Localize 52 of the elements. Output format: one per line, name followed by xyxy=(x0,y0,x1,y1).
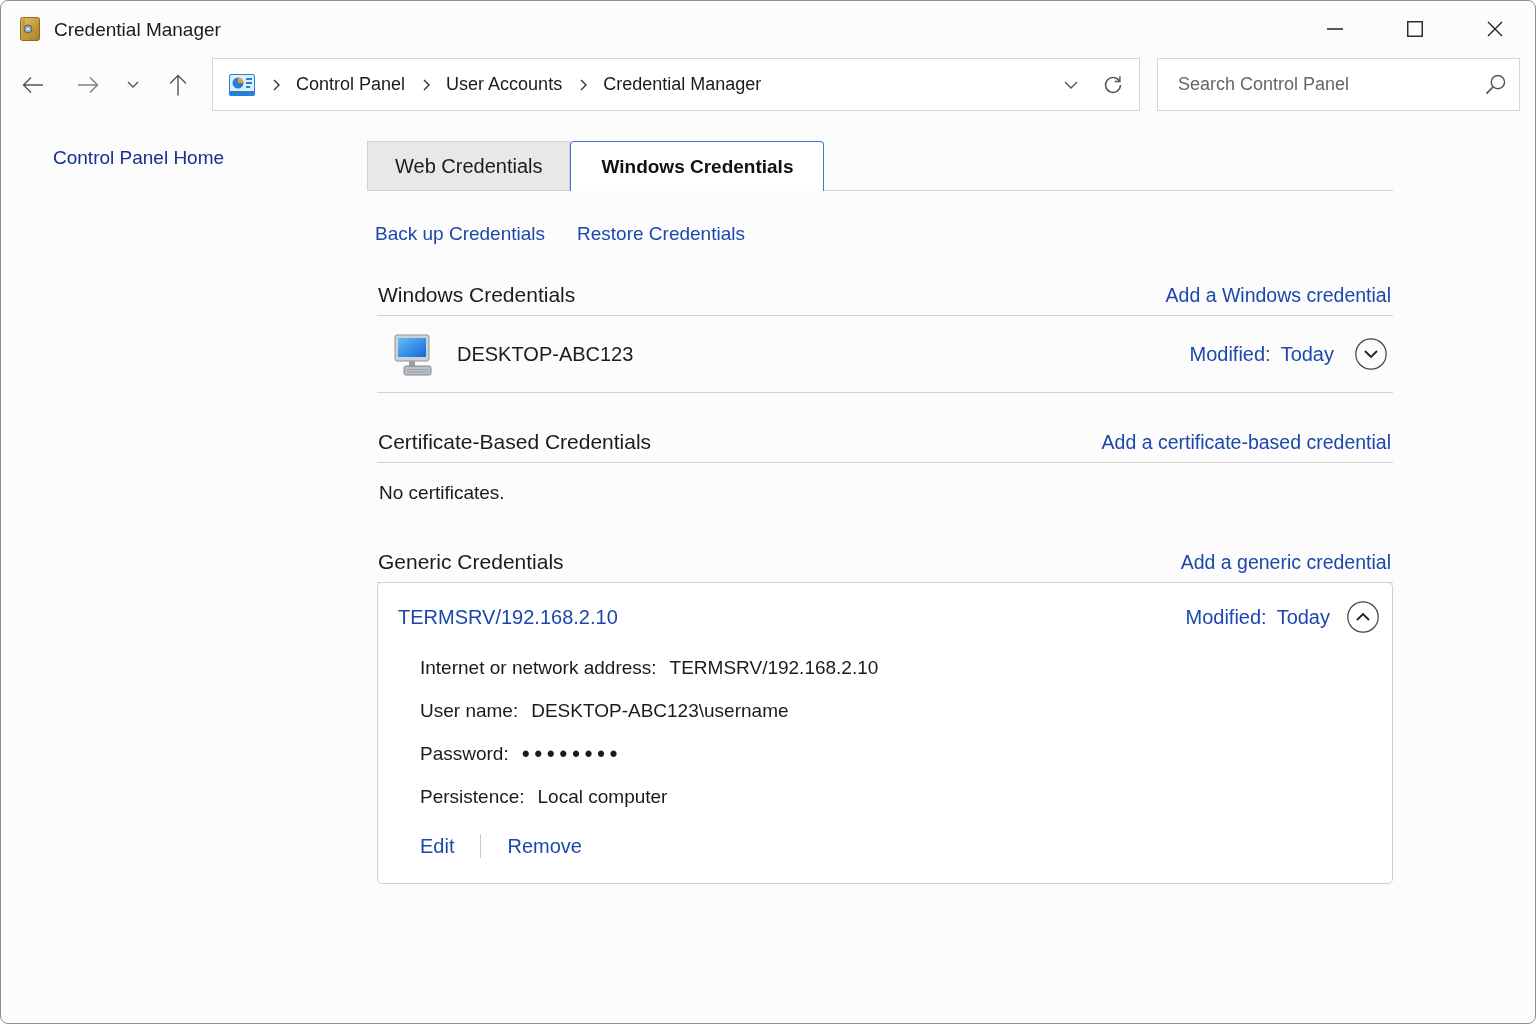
credential-name[interactable]: TERMSRV/192.168.2.10 xyxy=(398,605,618,629)
detail-label: User name: xyxy=(420,699,519,722)
empty-message: No certificates. xyxy=(378,481,505,505)
computer-icon xyxy=(394,334,432,376)
tab[interactable]: Windows Credentials xyxy=(570,141,825,191)
detail-value: TERMSRV/192.168.2.10 xyxy=(669,656,879,679)
chevron-up-circle-icon[interactable] xyxy=(1347,601,1379,633)
chevron-down-icon[interactable] xyxy=(1064,80,1078,89)
search-icon[interactable] xyxy=(1485,74,1506,95)
credential-action-link[interactable]: Edit xyxy=(420,834,455,858)
close-icon[interactable] xyxy=(1487,20,1503,37)
add-credential-link[interactable]: Add a generic credential xyxy=(1180,549,1391,575)
add-credential-link[interactable]: Add a certificate-based credential xyxy=(1101,429,1391,455)
minimize-icon[interactable] xyxy=(1327,27,1343,30)
password-value: •••••••• xyxy=(521,741,623,766)
breadcrumb[interactable]: Credential Manager xyxy=(603,74,762,95)
up-arrow-icon[interactable] xyxy=(168,73,188,96)
modified-label: Modified: xyxy=(1185,605,1267,629)
detail-value: Local computer xyxy=(537,785,668,808)
detail-label: Internet or network address: xyxy=(420,656,657,679)
modified-date: Today xyxy=(1276,605,1330,629)
sidebar-link[interactable]: Control Panel Home xyxy=(53,146,225,170)
section-title: Certificate-Based Credentials xyxy=(378,429,652,455)
refresh-icon[interactable] xyxy=(1103,74,1123,95)
back-arrow-icon[interactable] xyxy=(22,75,44,94)
tab[interactable]: Web Credentials xyxy=(367,141,571,190)
chevron-down-circle-icon[interactable] xyxy=(1355,338,1387,370)
breadcrumb[interactable]: User Accounts xyxy=(446,74,563,95)
chart-window-icon xyxy=(229,73,255,96)
detail-label: Persistence: xyxy=(420,785,525,808)
modified-date: Today xyxy=(1280,342,1334,366)
address-bar[interactable]: Control Panel User Accounts Credential Manager xyxy=(212,58,1140,111)
chevron-right-icon[interactable] xyxy=(423,78,431,91)
chevron-right-icon[interactable] xyxy=(580,78,588,91)
search-field[interactable]: Search Control Panel xyxy=(1157,58,1520,111)
safe-icon xyxy=(20,16,40,41)
detail-label: Password: xyxy=(420,742,509,765)
add-credential-link[interactable]: Add a Windows credential xyxy=(1165,282,1391,308)
chevron-down-icon[interactable] xyxy=(127,81,139,88)
section-title: Windows Credentials xyxy=(378,282,576,308)
chevron-right-icon[interactable] xyxy=(273,78,280,91)
window-title: Credential Manager xyxy=(54,18,221,41)
breadcrumb[interactable]: Control Panel xyxy=(296,74,406,95)
modified-label: Modified: xyxy=(1189,342,1271,366)
credential-action-link[interactable]: Remove xyxy=(507,834,582,858)
action-link[interactable]: Restore Credentials xyxy=(577,222,745,246)
forward-arrow-icon[interactable] xyxy=(77,75,99,94)
action-link[interactable]: Back up Credentials xyxy=(375,222,546,246)
credential-name: DESKTOP-ABC123 xyxy=(457,342,634,366)
section-title: Generic Credentials xyxy=(378,549,564,575)
detail-value: DESKTOP-ABC123\username xyxy=(531,699,789,722)
maximize-icon[interactable] xyxy=(1407,20,1423,37)
